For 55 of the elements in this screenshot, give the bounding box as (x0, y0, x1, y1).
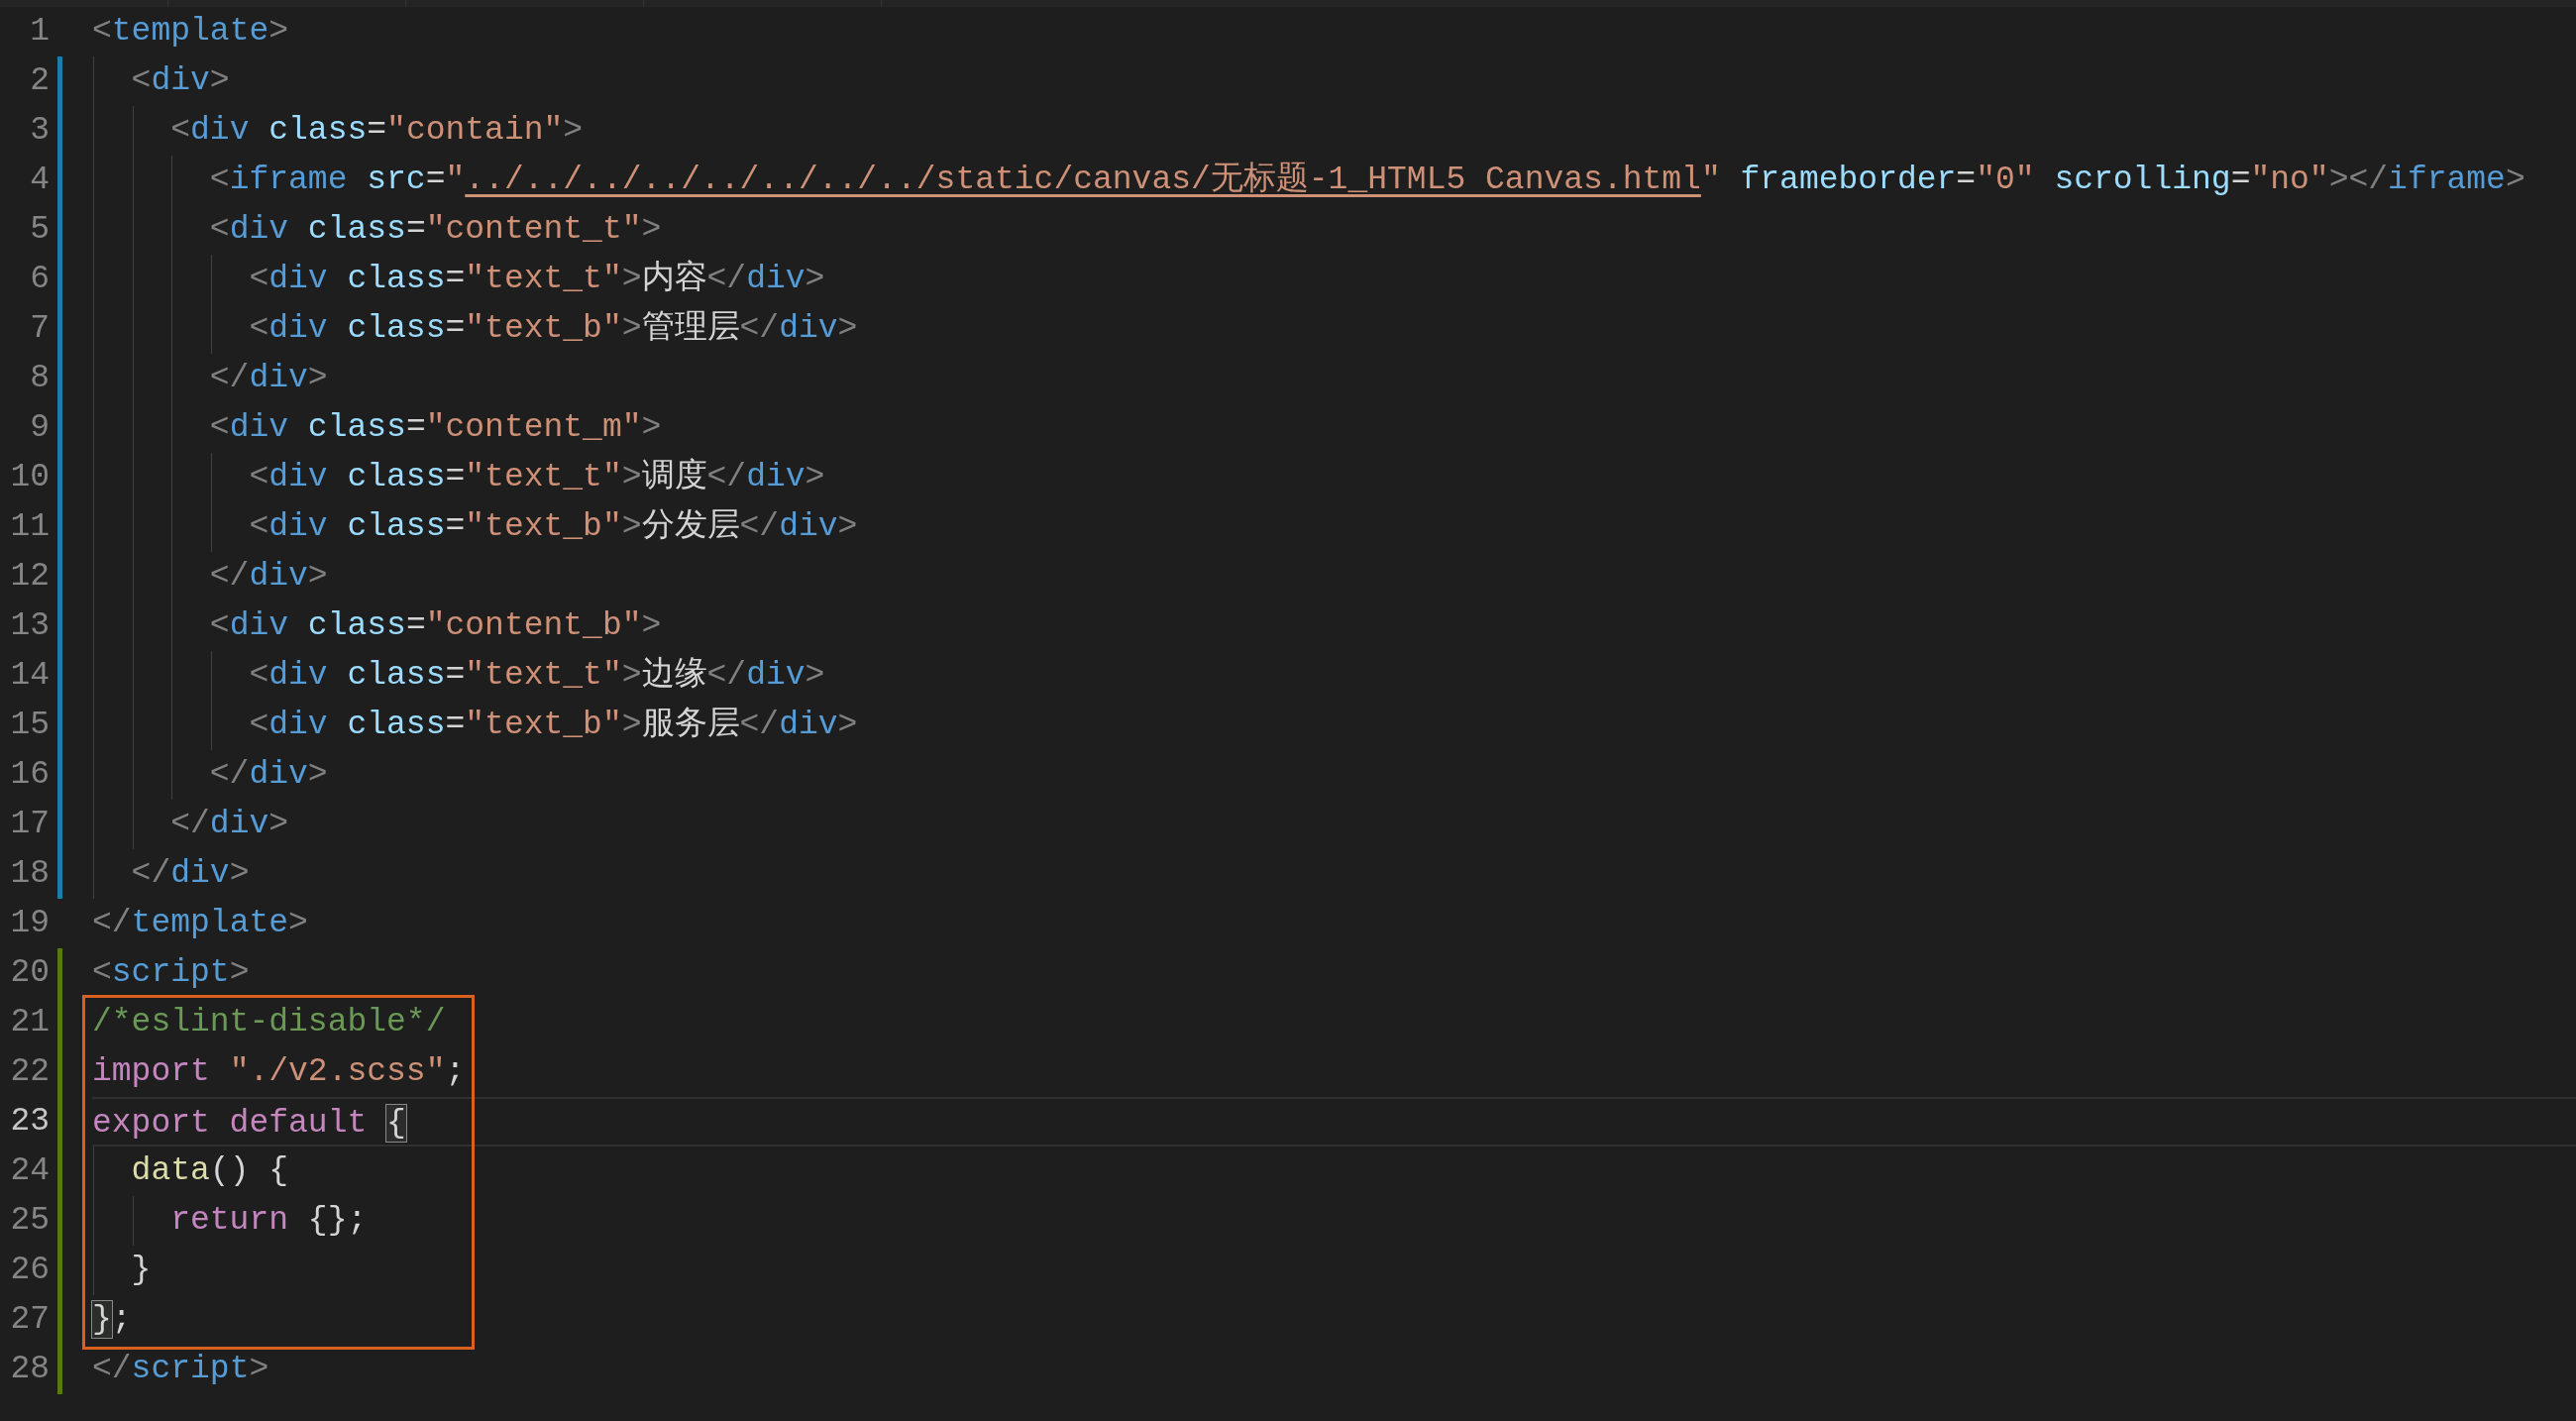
line-number: 8 (29, 359, 50, 398)
code-line: <div class="content_t"> (208, 211, 662, 248)
code-line: </div> (130, 855, 250, 892)
line-number: 25 (9, 1201, 50, 1241)
code-line: </div> (208, 756, 328, 793)
line-number: 4 (29, 161, 50, 200)
line-number: 12 (9, 557, 50, 597)
line-number: 26 (9, 1251, 50, 1290)
code-line: return {}; (169, 1202, 368, 1239)
code-line: <div class="text_b">管理层</div> (248, 310, 858, 347)
code-line: data() { (130, 1152, 289, 1189)
line-number: 28 (9, 1350, 50, 1389)
code-line: <div class="text_t">内容</div> (248, 261, 825, 297)
line-number: 13 (9, 606, 50, 646)
line-number: 2 (29, 61, 50, 101)
code-line: <script> (92, 954, 250, 991)
code-line: <div> (130, 62, 230, 99)
code-line: </div> (169, 806, 289, 842)
code-line: <div class="content_m"> (208, 409, 662, 446)
code-line: } (130, 1252, 152, 1288)
line-number: 6 (29, 260, 50, 299)
line-number: 19 (9, 904, 50, 943)
line-number: 18 (9, 854, 50, 894)
line-number: 21 (9, 1003, 50, 1042)
code-line: </script> (92, 1351, 269, 1387)
line-number: 3 (29, 111, 50, 151)
code-line: </div> (208, 360, 328, 396)
line-number: 15 (9, 706, 50, 745)
code-line: import "./v2.scss"; (92, 1053, 466, 1090)
code-line: </div> (208, 558, 328, 595)
code-line: <iframe src="../../../../../../../../static/canvas/无标题-1_HTML5 Canvas.html" frameborder="0" scrolling="no"></iframe> (208, 162, 2525, 198)
line-number: 24 (9, 1151, 50, 1191)
line-number: 10 (9, 458, 50, 497)
code-line: <div class="text_b">服务层</div> (248, 707, 858, 743)
line-number: 27 (9, 1300, 50, 1340)
line-number: 23 (9, 1102, 50, 1142)
code-line: export default { (92, 1105, 406, 1142)
code-line: <div class="content_b"> (208, 607, 662, 644)
line-number: 5 (29, 210, 50, 250)
line-number: 16 (9, 755, 50, 795)
code-line: <template> (92, 13, 289, 50)
code-line: <div class="text_t">调度</div> (248, 459, 825, 495)
line-number: 17 (9, 805, 50, 844)
line-number: 11 (9, 507, 50, 547)
line-number: 1 (29, 12, 50, 52)
line-number: 9 (29, 408, 50, 448)
code-line: </template> (92, 905, 308, 941)
line-number: 7 (29, 309, 50, 349)
code-line: <div class="text_t">边缘</div> (248, 657, 825, 694)
line-number: 20 (9, 953, 50, 993)
code-line: /*eslint-disable*/ (92, 1004, 446, 1040)
code-line: <div class="text_b">分发层</div> (248, 508, 858, 545)
line-number: 14 (9, 656, 50, 696)
line-number: 22 (9, 1052, 50, 1092)
code-line: <div class="contain"> (169, 112, 584, 149)
